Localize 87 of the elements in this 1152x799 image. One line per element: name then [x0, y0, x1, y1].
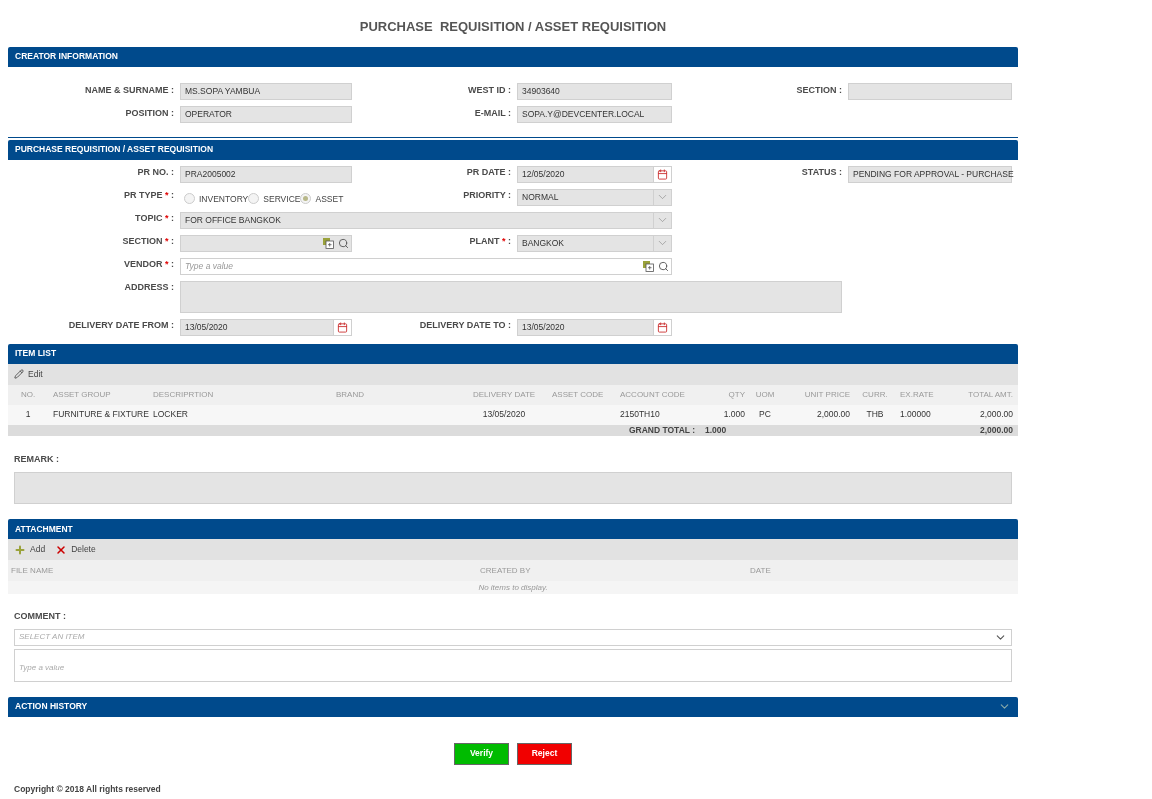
column-header: BRAND: [335, 388, 365, 401]
field-value: OPERATOR: [185, 108, 232, 119]
table-cell: LOCKER: [153, 409, 188, 420]
table-cell: 13/05/2020: [482, 409, 526, 420]
field-value: BANGKOK: [522, 237, 565, 248]
table-cell: THB: [866, 409, 884, 420]
grand-total-label: GRAND TOTAL :: [628, 424, 695, 435]
section-title: ITEM LIST: [15, 347, 57, 360]
field-label: DELIVERY DATE FROM :: [68, 318, 174, 332]
field-label: PR TYPE * :: [123, 188, 174, 202]
field-value: 13/05/2020: [522, 321, 565, 332]
table-cell: 2,000.00: [816, 409, 850, 420]
column-header: FILE NAME: [11, 565, 54, 575]
radio-button[interactable]: [248, 193, 260, 205]
search-icon[interactable]: [658, 260, 669, 272]
field-label: COMMENT :: [14, 610, 66, 623]
page-title: PURCHASE REQUISITION / ASSET REQUISITION: [358, 18, 668, 36]
browse-icon[interactable]: [643, 260, 654, 272]
column-header: QTY: [727, 388, 746, 401]
field-label: PR DATE :: [466, 165, 511, 179]
column-header: DATE: [750, 565, 771, 575]
field-label: REMARK :: [14, 452, 59, 466]
field-placeholder: SELECT AN ITEM: [19, 631, 85, 643]
field-value: PENDING FOR APPROVAL - PURCHASE: [853, 168, 1014, 179]
field-value: 34903640: [522, 85, 560, 96]
field-label: WEST ID :: [468, 84, 511, 98]
field-label: VENDOR * :: [123, 257, 174, 271]
field-value: SOPA.Y@DEVCENTER.LOCAL: [522, 108, 645, 119]
radio-label: SERVICE: [263, 192, 301, 206]
empty-message: No items to display.: [478, 581, 548, 594]
field-value: 13/05/2020: [185, 321, 228, 332]
field-placeholder: Type a value: [185, 260, 234, 271]
column-header: UNIT PRICE: [803, 388, 851, 401]
toolbar-button[interactable]: Delete: [55, 543, 96, 556]
radio-label: ASSET: [315, 192, 344, 206]
column-header: ACCOUNT CODE: [619, 388, 686, 401]
field-label: SECTION :: [796, 84, 842, 98]
plus-icon: [14, 543, 26, 556]
grand-total-qty: 1.000: [705, 424, 727, 435]
field-label: SECTION * :: [122, 234, 174, 248]
reject-button[interactable]: Reject: [517, 742, 572, 765]
field-label: PRIORITY :: [463, 188, 511, 202]
table-cell: 1.00000: [900, 409, 931, 420]
field-label: POSITION :: [125, 107, 174, 121]
radio-button[interactable]: [300, 193, 312, 205]
section-title: ATTACHMENT: [15, 522, 73, 536]
section-title: PURCHASE REQUISITION / ASSET REQUISITION: [15, 143, 214, 156]
field-label: NAME & SURNAME :: [85, 84, 174, 98]
toolbar-button[interactable]: Edit: [14, 367, 43, 381]
section-title: CREATOR INFORMATION: [15, 50, 118, 63]
column-header: DELIVERY DATE: [471, 388, 537, 401]
field-value: FOR OFFICE BANGKOK: [185, 214, 281, 225]
pencil-icon: [14, 369, 24, 379]
field-placeholder: Type a value: [19, 662, 65, 672]
field-label: PLANT * :: [469, 234, 511, 248]
copyright-text: Copyright © 2018 All rights reserved: [14, 783, 161, 794]
section-title: ACTION HISTORY: [15, 700, 88, 713]
table-cell: PC: [759, 409, 771, 420]
table-cell: 1: [25, 409, 31, 420]
column-header: ASSET GROUP: [52, 388, 112, 401]
toolbar-button[interactable]: Add: [14, 543, 46, 556]
table-cell: FURNITURE & FIXTURE: [53, 409, 149, 420]
field-value: MS.SOPA YAMBUA: [185, 85, 261, 96]
radio-button[interactable]: [184, 193, 195, 205]
column-header: DESCRIPRTION: [152, 388, 215, 401]
field-label: DELIVERY DATE TO :: [419, 318, 511, 332]
column-header: EX.RATE: [899, 388, 935, 401]
grand-total-amount: 2,000.00: [979, 424, 1013, 435]
field-value: NORMAL: [522, 191, 559, 202]
field-value: PRA2005002: [185, 168, 236, 179]
table-cell: 2150TH10: [620, 409, 660, 420]
close-icon: [55, 543, 68, 556]
field-label: TOPIC * :: [135, 211, 174, 225]
field-label: PR NO. :: [137, 165, 174, 179]
column-header: UOM: [754, 388, 776, 401]
column-header: ASSET CODE: [551, 388, 605, 401]
column-header: CREATED BY: [480, 565, 531, 575]
table-cell: 1.000: [723, 409, 745, 420]
field-value: 12/05/2020: [522, 168, 565, 179]
field-label: E-MAIL :: [474, 107, 511, 121]
field-label: STATUS :: [801, 165, 842, 179]
column-header: NO.: [19, 388, 37, 401]
column-header: TOTAL AMT.: [967, 388, 1014, 401]
field-label: ADDRESS :: [124, 280, 174, 294]
column-header: CURR.: [861, 388, 889, 401]
radio-label: INVENTORY: [199, 192, 249, 206]
table-cell: 2,000.00: [979, 409, 1013, 420]
